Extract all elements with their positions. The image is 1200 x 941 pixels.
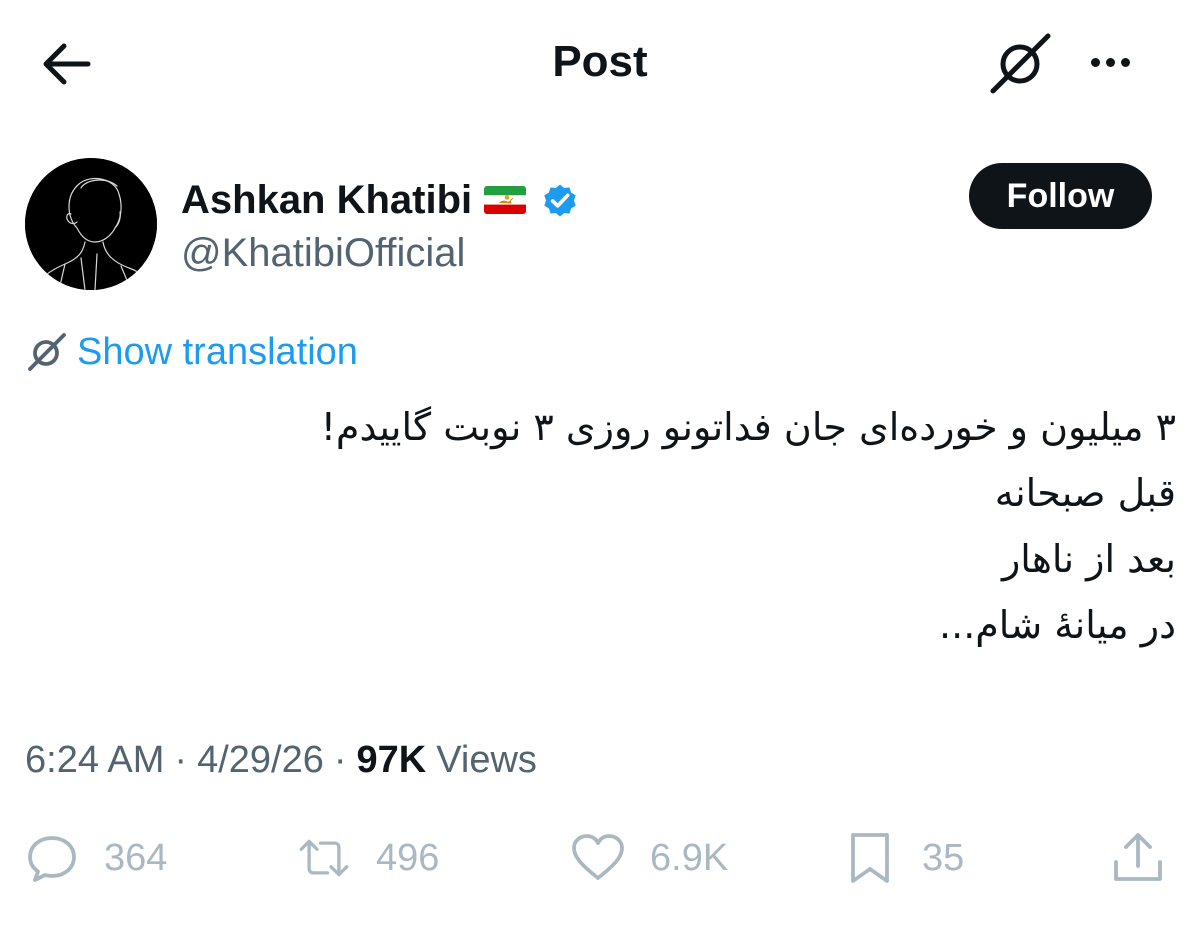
grok-button[interactable] xyxy=(988,30,1054,96)
bookmark-count: 35 xyxy=(922,836,965,879)
tweet-line: بعد از ناهار xyxy=(1001,537,1176,581)
repost-button[interactable]: 496 xyxy=(296,826,439,890)
verified-badge-icon xyxy=(540,180,580,220)
views-label[interactable]: Views xyxy=(436,739,537,782)
share-button[interactable] xyxy=(1110,826,1166,890)
author-name-row: Ashkan Khatibi xyxy=(181,172,580,228)
repost-count: 496 xyxy=(376,836,440,879)
reply-count: 364 xyxy=(104,836,168,879)
post-date[interactable]: 4/29/26 xyxy=(197,739,324,782)
tweet-line: در میانهٔ شام... xyxy=(939,603,1176,647)
repost-icon xyxy=(299,839,349,877)
like-count: 6.9K xyxy=(650,836,729,879)
like-button[interactable]: 6.9K xyxy=(570,826,728,890)
reply-button[interactable]: 364 xyxy=(24,826,167,890)
tweet-text: ۳ میلیون و خورده‌ای جان فداتونو روزی ۳ ن… xyxy=(60,394,1176,658)
iran-lion-and-sun-flag-icon xyxy=(484,186,527,214)
more-options-button[interactable] xyxy=(1078,36,1142,88)
tweet-line: قبل صبحانه xyxy=(994,471,1176,515)
bookmark-icon xyxy=(851,833,889,883)
show-translation-label: Show translation xyxy=(77,330,358,373)
reply-icon xyxy=(28,836,76,882)
author-name[interactable]: Ashkan Khatibi xyxy=(181,176,472,224)
follow-button[interactable]: Follow xyxy=(969,163,1152,229)
share-icon xyxy=(1114,833,1162,881)
more-horizontal-icon xyxy=(1088,57,1133,67)
bookmark-button[interactable]: 35 xyxy=(842,826,964,890)
heart-icon xyxy=(572,834,624,880)
views-count[interactable]: 97K xyxy=(357,739,427,782)
grok-icon xyxy=(990,33,1051,94)
avatar[interactable] xyxy=(25,158,157,290)
meta-separator: · xyxy=(333,738,347,781)
show-translation-link[interactable]: Show translation xyxy=(25,328,358,376)
tweet-line: ۳ میلیون و خورده‌ای جان فداتونو روزی ۳ ن… xyxy=(320,405,1176,449)
grok-icon xyxy=(28,333,66,371)
tweet-meta: 6:24 AM · 4/29/26 · 97K Views xyxy=(25,734,537,786)
meta-separator: · xyxy=(174,738,188,781)
post-time[interactable]: 6:24 AM xyxy=(25,739,164,782)
author-handle[interactable]: @KhatibiOfficial xyxy=(181,228,465,278)
